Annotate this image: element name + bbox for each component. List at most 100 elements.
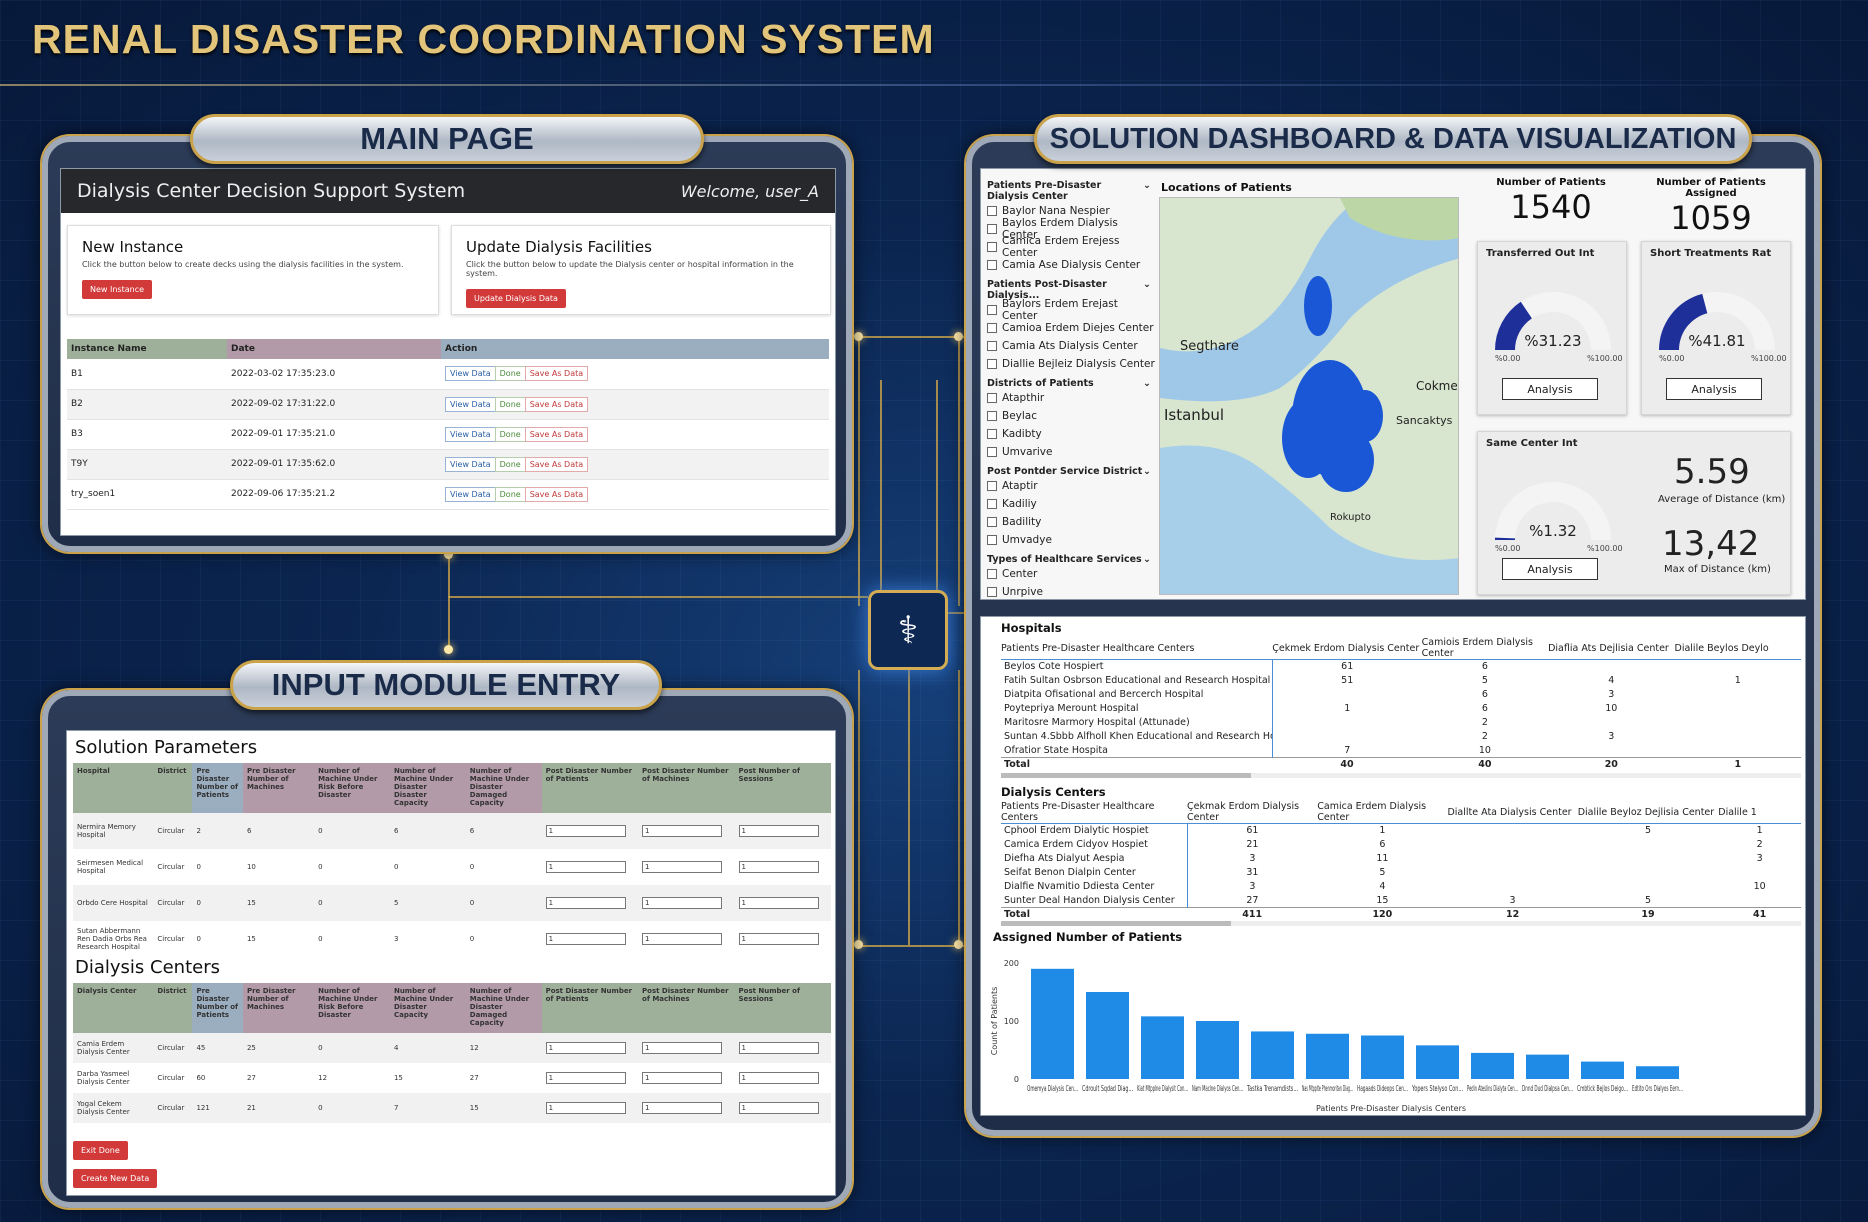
analysis-button[interactable]: Analysis (1666, 378, 1762, 400)
done-button[interactable]: Done (494, 396, 526, 412)
analysis-button[interactable]: Analysis (1502, 378, 1598, 400)
analysis-button[interactable]: Analysis (1502, 558, 1598, 580)
parameter-input[interactable]: 1 (545, 825, 626, 837)
filter-option[interactable]: Ataptir (987, 477, 1155, 495)
bar[interactable] (1141, 1016, 1184, 1079)
filter-checkbox[interactable] (987, 447, 997, 457)
filter-checkbox[interactable] (987, 305, 997, 315)
parameter-input[interactable]: 1 (738, 897, 819, 909)
parameter-input[interactable]: 1 (642, 1102, 723, 1114)
parameter-input[interactable]: 1 (738, 861, 819, 873)
filter-option[interactable]: Camia Ase Dialysis Center (987, 256, 1155, 274)
chevron-down-icon[interactable]: ⌄ (1143, 554, 1151, 565)
filter-option[interactable]: Camioa Erdem Diejes Center (987, 319, 1155, 337)
filter-checkbox[interactable] (987, 411, 997, 421)
scroll-thumb[interactable] (1001, 921, 1231, 926)
filter-option[interactable]: Center (987, 565, 1155, 583)
filter-checkbox[interactable] (987, 242, 997, 252)
parameter-input[interactable]: 1 (545, 1072, 626, 1084)
new-instance-button[interactable]: New Instance (82, 280, 153, 299)
bar[interactable] (1636, 1066, 1679, 1079)
filter-checkbox[interactable] (987, 341, 997, 351)
bar[interactable] (1086, 992, 1129, 1079)
filter-group-header[interactable]: Post Pontder Service District ⌄ (987, 466, 1155, 477)
parameter-input[interactable]: 1 (545, 933, 626, 945)
done-button[interactable]: Done (494, 486, 526, 502)
filter-group-header[interactable]: Types of Healthcare Services ⌄ (987, 554, 1155, 565)
save-as-data-button[interactable]: Save As Data (524, 426, 589, 442)
bar[interactable] (1471, 1052, 1514, 1079)
filter-option[interactable]: Kadiliy (987, 495, 1155, 513)
patient-location-map[interactable]: Segthare Istanbul Cokme Sancaktys Rokupt… (1159, 197, 1459, 595)
filter-checkbox[interactable] (987, 393, 997, 403)
view-data-button[interactable]: View Data (445, 456, 496, 472)
filter-checkbox[interactable] (987, 224, 997, 234)
parameter-input[interactable]: 1 (545, 897, 626, 909)
chevron-down-icon[interactable]: ⌄ (1143, 378, 1151, 389)
filter-option[interactable]: Badility (987, 513, 1155, 531)
filter-option[interactable]: Baylors Erdem Erejast Center (987, 298, 1155, 322)
filter-option[interactable]: Camia Ats Dialysis Center (987, 337, 1155, 355)
filter-checkbox[interactable] (987, 569, 997, 579)
filter-option[interactable]: Beylac (987, 407, 1155, 425)
parameter-input[interactable]: 1 (738, 933, 819, 945)
bar[interactable] (1526, 1054, 1569, 1079)
filter-checkbox[interactable] (987, 517, 997, 527)
filter-checkbox[interactable] (987, 587, 997, 597)
bar[interactable] (1581, 1061, 1624, 1079)
bar[interactable] (1251, 1031, 1294, 1079)
save-as-data-button[interactable]: Save As Data (524, 366, 589, 382)
filter-option[interactable]: Unrpive (987, 583, 1155, 599)
chevron-down-icon[interactable]: ⌄ (1143, 466, 1151, 477)
filter-checkbox[interactable] (987, 535, 997, 545)
parameter-input[interactable]: 1 (738, 1102, 819, 1114)
filter-checkbox[interactable] (987, 481, 997, 491)
filter-option[interactable]: Camica Erdem Erejess Center (987, 235, 1155, 259)
save-as-data-button[interactable]: Save As Data (524, 486, 589, 502)
save-as-data-button[interactable]: Save As Data (524, 456, 589, 472)
parameter-input[interactable]: 1 (642, 861, 723, 873)
filter-checkbox[interactable] (987, 206, 997, 216)
view-data-button[interactable]: View Data (445, 486, 496, 502)
filter-group-header[interactable]: Patients Pre-Disaster Dialysis Center ⌄ (987, 180, 1155, 202)
parameter-input[interactable]: 1 (642, 897, 723, 909)
parameter-input[interactable]: 1 (545, 1102, 626, 1114)
chevron-down-icon[interactable]: ⌄ (1143, 180, 1151, 202)
bar[interactable] (1306, 1033, 1349, 1079)
filter-checkbox[interactable] (987, 260, 997, 270)
view-data-button[interactable]: View Data (445, 426, 496, 442)
create-new-data-button[interactable]: Create New Data (73, 1169, 158, 1188)
bar[interactable] (1031, 968, 1074, 1079)
hospitals-scrollbar[interactable] (1001, 773, 1801, 778)
scroll-thumb[interactable] (1001, 773, 1251, 778)
bar[interactable] (1196, 1021, 1239, 1079)
filter-checkbox[interactable] (987, 323, 997, 333)
view-data-button[interactable]: View Data (445, 396, 496, 412)
parameter-input[interactable]: 1 (642, 1042, 723, 1054)
filter-group-header[interactable]: Districts of Patients ⌄ (987, 378, 1155, 389)
centers-scrollbar[interactable] (1001, 921, 1801, 926)
parameter-input[interactable]: 1 (738, 1042, 819, 1054)
filter-option[interactable]: Umvadye (987, 531, 1155, 549)
filter-option[interactable]: Diallie Bejleiz Dialysis Center (987, 355, 1155, 373)
parameter-input[interactable]: 1 (738, 825, 819, 837)
save-as-data-button[interactable]: Save As Data (524, 396, 589, 412)
done-button[interactable]: Done (494, 456, 526, 472)
filter-option[interactable]: Umvarive (987, 443, 1155, 461)
done-button[interactable]: Done (494, 366, 526, 382)
view-data-button[interactable]: View Data (445, 366, 496, 382)
exit-done-button[interactable]: Exit Done (73, 1141, 128, 1160)
filter-option[interactable]: Kadibty (987, 425, 1155, 443)
parameter-input[interactable]: 1 (642, 1072, 723, 1084)
filter-checkbox[interactable] (987, 499, 997, 509)
done-button[interactable]: Done (494, 426, 526, 442)
parameter-input[interactable]: 1 (642, 933, 723, 945)
bar[interactable] (1361, 1035, 1404, 1080)
parameter-input[interactable]: 1 (545, 1042, 626, 1054)
filter-option[interactable]: Atapthir (987, 389, 1155, 407)
filter-checkbox[interactable] (987, 429, 997, 439)
filter-checkbox[interactable] (987, 359, 997, 369)
update-facilities-button[interactable]: Update Dialysis Data (466, 289, 566, 308)
parameter-input[interactable]: 1 (738, 1072, 819, 1084)
parameter-input[interactable]: 1 (545, 861, 626, 873)
